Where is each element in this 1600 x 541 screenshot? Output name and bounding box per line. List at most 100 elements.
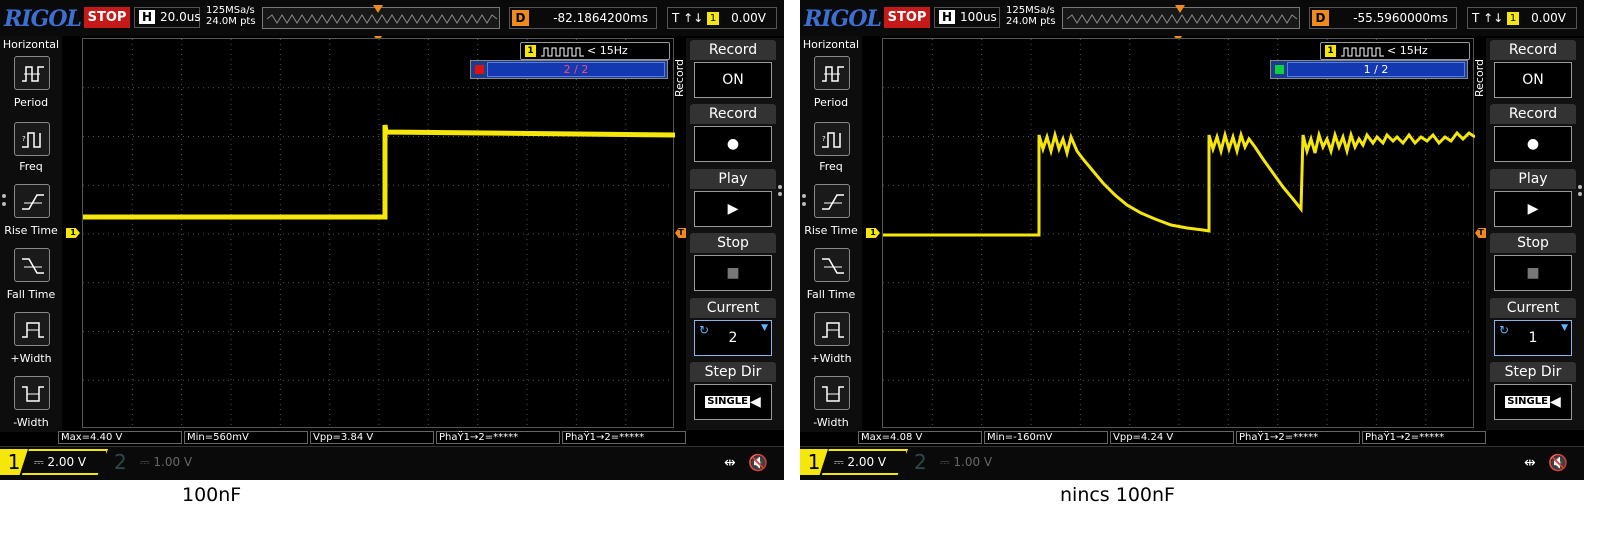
run-stop-badge[interactable]: STOP [884, 7, 930, 28]
left-arrow-icon: ◀ [1549, 394, 1561, 410]
speaker-mute-icon[interactable]: 🔇 [1548, 453, 1568, 472]
delay-readout[interactable]: D -55.5960000ms [1309, 7, 1457, 29]
trigger-source-chip: 1 [1507, 12, 1520, 25]
run-stop-badge[interactable]: STOP [84, 7, 130, 28]
frame-counter: 1 / 2 [1287, 62, 1465, 77]
waveform-grid[interactable] [82, 38, 675, 429]
waveform-grid[interactable] [882, 38, 1475, 429]
meas-phase-a[interactable]: PhaŸ1→2=***** [1236, 431, 1360, 444]
memory-depth: 24.0M pts [206, 16, 256, 27]
step-dir-button[interactable]: Step Dir SINGLE ◀ [690, 362, 776, 422]
channel-1-tab[interactable]: 1 ⎓ 2.00 V [800, 449, 908, 475]
meas-vpp[interactable]: Vpp=4.24 V [1110, 431, 1234, 444]
period-button[interactable] [814, 56, 850, 90]
menu-title: Step Dir [690, 362, 776, 382]
meas-min[interactable]: Min=560mV [184, 431, 308, 444]
delay-readout[interactable]: D -82.1864200ms [509, 7, 657, 29]
menu-title: Record [690, 40, 776, 60]
negative-width-button[interactable] [814, 376, 850, 410]
channel-2-tab[interactable]: 2 ⎓ 1.00 V [104, 449, 214, 475]
horizontal-timebase[interactable]: H 100us [934, 7, 1000, 28]
usb-icon: ⇹ [724, 455, 736, 471]
menu-page-dots [778, 185, 783, 199]
fall-time-button[interactable] [814, 248, 850, 282]
positive-width-label: +Width [810, 352, 852, 365]
menu-title: Record [1490, 40, 1576, 60]
rise-time-button[interactable] [14, 184, 50, 218]
menu-title: Play [1490, 169, 1576, 189]
memory-overview-bar[interactable] [262, 5, 500, 29]
fall-time-button[interactable] [14, 248, 50, 282]
stop-button[interactable]: Stop ■ [690, 233, 776, 293]
play-icon: ▶ [1494, 191, 1572, 227]
meas-phase-b[interactable]: PhaŸ1→2=***** [562, 431, 686, 444]
meas-max[interactable]: Max=4.40 V [58, 431, 182, 444]
positive-width-button[interactable] [14, 312, 50, 346]
meas-phase-b[interactable]: PhaŸ1→2=***** [1362, 431, 1486, 444]
meas-max[interactable]: Max=4.08 V [858, 431, 982, 444]
meas-min[interactable]: Min=-160mV [984, 431, 1108, 444]
timebase-value: 20.0us [160, 10, 201, 24]
brand-logo: RIGOL [4, 6, 82, 32]
negative-width-button[interactable] [14, 376, 50, 410]
rise-time-label: Rise Time [4, 224, 58, 237]
menu-title: Stop [1490, 233, 1576, 253]
channel-2-tab[interactable]: 2 ⎓ 1.00 V [904, 449, 1014, 475]
menu-title: Stop [690, 233, 776, 253]
current-frame-control[interactable]: Current ↻ ▼ 1 [1490, 298, 1576, 358]
caption-left: 100nF [182, 484, 242, 506]
freq-label: Freq [19, 160, 43, 173]
trigger-label: T [1472, 11, 1480, 25]
sample-rate: 125MSa/s [1006, 5, 1055, 16]
play-button[interactable]: Play ▶ [1490, 169, 1576, 229]
trigger-readout[interactable]: T ↑↓ 1 0.00V [667, 7, 777, 29]
meas-vpp[interactable]: Vpp=3.84 V [310, 431, 434, 444]
horizontal-timebase[interactable]: H 20.0us [134, 7, 201, 28]
frequency-readout: 1 < 15Hz [1320, 42, 1470, 60]
record-menu-side-label: Record [673, 59, 686, 98]
period-button[interactable] [14, 56, 50, 90]
trigger-readout[interactable]: T ↑↓ 1 0.00V [1467, 7, 1577, 29]
rise-time-button[interactable] [814, 184, 850, 218]
play-button[interactable]: Play ▶ [690, 169, 776, 229]
ch1-scale: 2.00 V [847, 455, 887, 469]
freq-button[interactable]: ? [14, 122, 50, 156]
timebase-value: 100us [960, 10, 997, 24]
delay-value: -55.5960000ms [1353, 11, 1448, 25]
meas-phase-a[interactable]: PhaŸ1→2=***** [436, 431, 560, 444]
knob-rotate-icon: ↻ [1499, 323, 1510, 337]
positive-width-button[interactable] [814, 312, 850, 346]
menu-title: Record [690, 104, 776, 124]
measurement-bar: Max=4.08 V Min=-160mV Vpp=4.24 V PhaŸ1→2… [858, 430, 1488, 444]
frequency-icon: ? [22, 132, 41, 148]
record-start-button[interactable]: Record ● [690, 104, 776, 164]
current-frame-control[interactable]: Current ↻ ▼ 2 [690, 298, 776, 358]
measure-sidebar: Horizontal Period ? Freq Rise Time Fall … [800, 36, 862, 432]
sidebar-page-dots [802, 194, 806, 218]
ch1-scale: 2.00 V [47, 455, 87, 469]
stop-button[interactable]: Stop ■ [1490, 233, 1576, 293]
record-on-button[interactable]: Record ON [690, 40, 776, 100]
positive-width-icon [22, 322, 44, 338]
memory-overview-waveform [1067, 14, 1297, 24]
sidebar-title: Horizontal [2, 38, 60, 51]
freq-button[interactable]: ? [814, 122, 850, 156]
record-frame-bar[interactable]: 1 / 2 [1270, 60, 1468, 79]
ch1-offset-marker[interactable]: 1 [866, 228, 880, 238]
speaker-mute-icon[interactable]: 🔇 [748, 453, 768, 472]
delay-value: -82.1864200ms [553, 11, 648, 25]
coupling-icon: ⎓ [940, 455, 954, 469]
brand-logo: RIGOL [804, 6, 882, 32]
waveform-trace-ch1 [883, 129, 1475, 237]
record-on-button[interactable]: Record ON [1490, 40, 1576, 100]
freq-value: < 15Hz [1387, 44, 1428, 57]
record-start-button[interactable]: Record ● [1490, 104, 1576, 164]
record-frame-bar[interactable]: 2 / 2 [470, 60, 668, 79]
step-dir-box: SINGLE ◀ [694, 384, 772, 420]
ch1-offset-marker[interactable]: 1 [66, 228, 80, 238]
memory-overview-waveform [267, 14, 497, 24]
scope-screen-right: RIGOL STOP H 100us 125MSa/s 24.0M pts D -55… [800, 0, 1584, 480]
step-dir-button[interactable]: Step Dir SINGLE ◀ [1490, 362, 1576, 422]
memory-overview-bar[interactable] [1062, 5, 1300, 29]
channel-1-tab[interactable]: 1 ⎓ 2.00 V [0, 449, 108, 475]
